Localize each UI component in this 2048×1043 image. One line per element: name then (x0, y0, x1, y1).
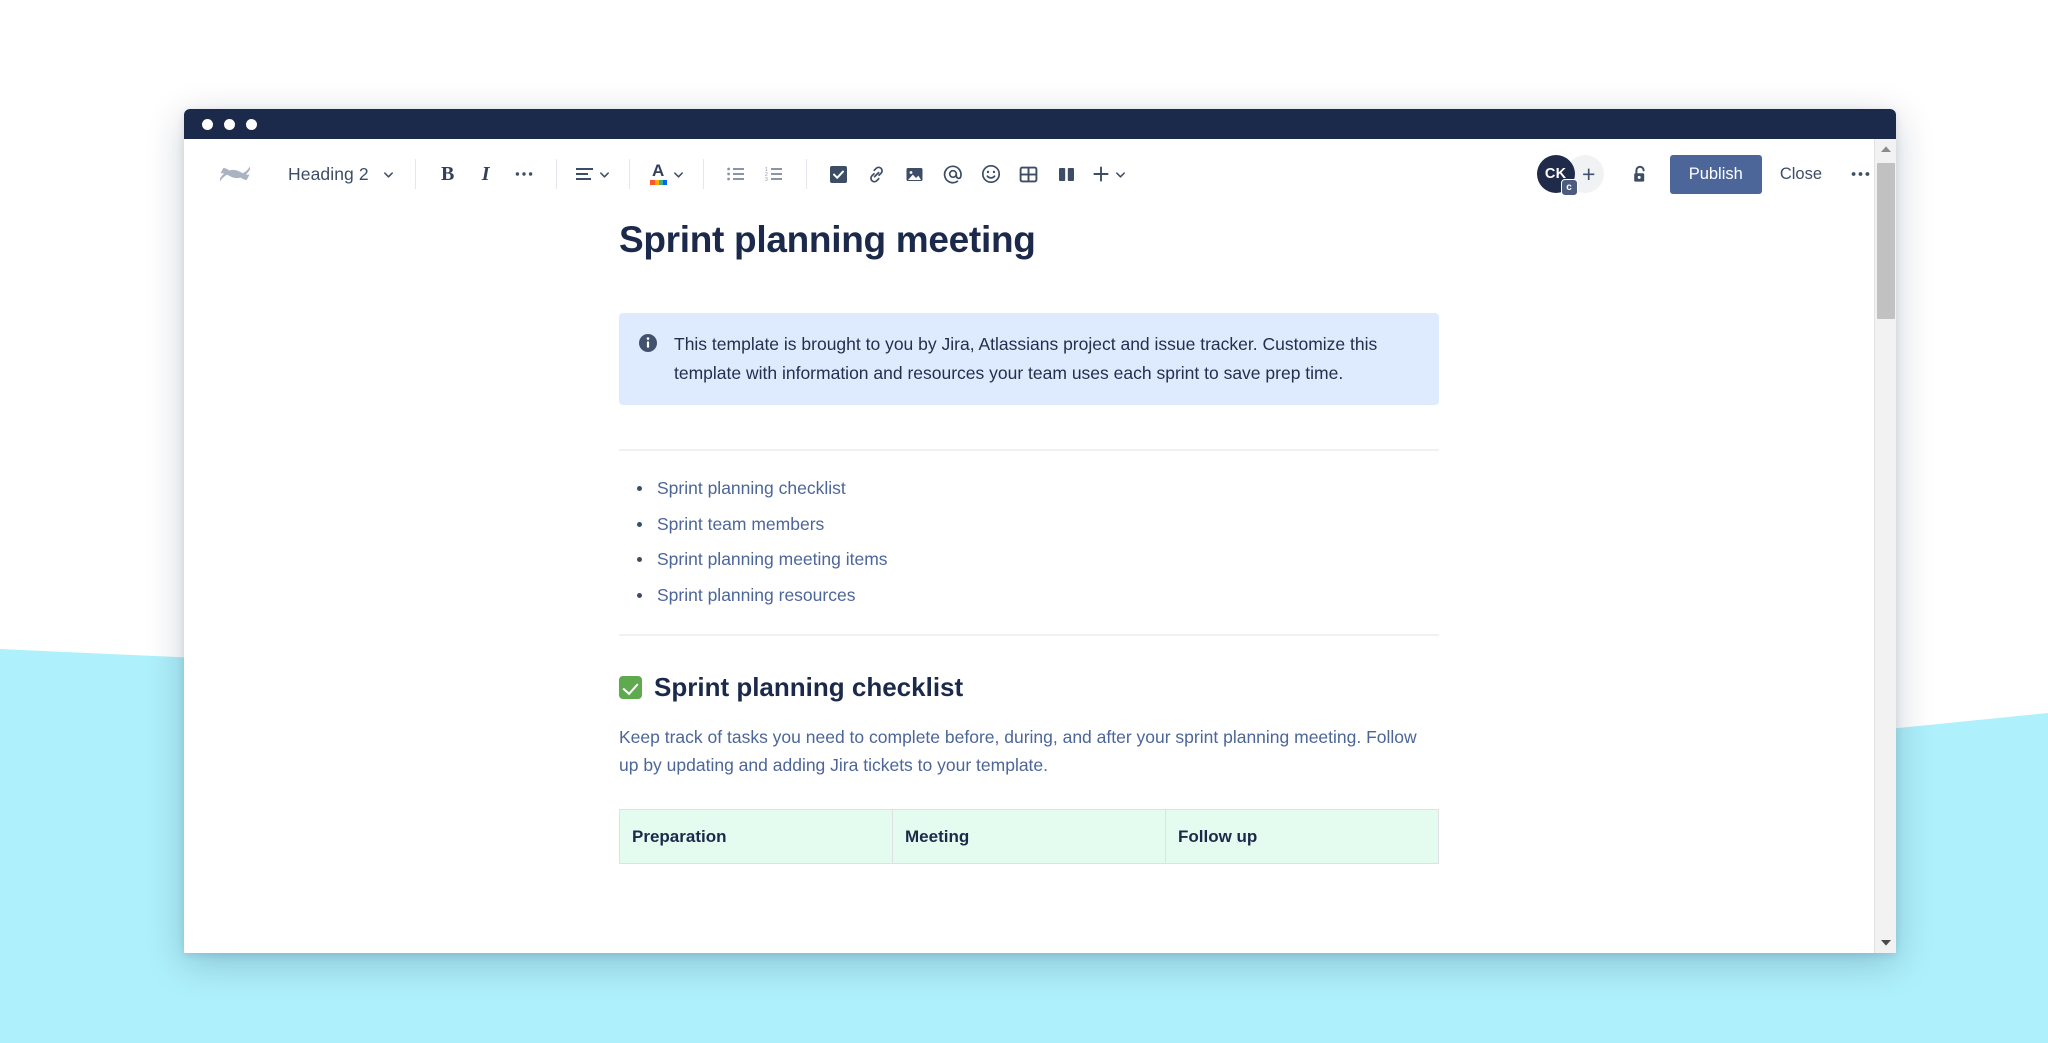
section-paragraph: Keep track of tasks you need to complete… (619, 726, 1417, 775)
info-panel: This template is brought to you by Jira,… (619, 313, 1439, 406)
table-header-row: Preparation Meeting Follow up (619, 809, 1439, 865)
toolbar-divider (702, 159, 704, 189)
numbered-list-icon: 1 2 3 (765, 167, 782, 181)
layout-columns-icon (1059, 167, 1075, 181)
layout-button[interactable] (1050, 157, 1084, 191)
browser-window: Heading 2 B I A 1 2 3 CK c + Publish Clo… (184, 109, 1896, 953)
white-check-mark-emoji-icon (619, 675, 642, 699)
text-color-button[interactable]: A (645, 157, 688, 191)
mention-button[interactable] (936, 157, 970, 191)
info-circle-glyph (639, 334, 657, 352)
scroll-down-button[interactable] (1875, 933, 1897, 953)
confluence-logo-glyph (220, 166, 250, 182)
toc-link-checklist[interactable]: Sprint planning checklist (657, 478, 846, 498)
avatar[interactable]: CK c (1536, 155, 1578, 196)
more-formatting-button[interactable] (507, 157, 541, 191)
emoji-button[interactable] (974, 157, 1008, 191)
task-checkbox-icon (830, 165, 848, 183)
document-content: Sprint planning meeting This template is… (619, 209, 1439, 865)
list-item: Sprint team members (629, 513, 1439, 537)
publish-button[interactable]: Publish (1669, 154, 1762, 194)
unlock-icon (1633, 165, 1645, 182)
text-alignment-button[interactable] (572, 157, 614, 191)
divider-rule-bottom (619, 633, 1439, 636)
italic-label: I (481, 162, 490, 185)
text-style-select[interactable]: Heading 2 (278, 158, 402, 191)
chevron-down-icon (599, 171, 609, 178)
svg-text:3: 3 (765, 177, 768, 181)
toolbar-divider (628, 159, 630, 189)
ellipsis-icon (1851, 172, 1869, 176)
window-maximize-dot[interactable] (246, 118, 257, 130)
toc-link-team-members[interactable]: Sprint team members (657, 514, 824, 534)
bold-button[interactable]: B (431, 157, 465, 191)
table-button[interactable] (1012, 157, 1046, 191)
checklist-table: Preparation Meeting Follow up (619, 809, 1439, 865)
scrollbar-track[interactable] (1875, 159, 1897, 933)
link-button[interactable] (860, 157, 894, 191)
toolbar-divider (414, 159, 416, 189)
toc-link-resources[interactable]: Sprint planning resources (657, 585, 855, 605)
window-titlebar (184, 109, 1896, 139)
chevron-down-icon (1115, 171, 1125, 178)
emoji-icon (981, 164, 1000, 184)
table-header-preparation[interactable]: Preparation (619, 809, 893, 865)
image-icon (906, 167, 923, 181)
chevron-down-icon (1880, 940, 1891, 946)
mention-icon (943, 165, 962, 184)
confluence-logo-icon[interactable] (206, 159, 264, 189)
bullet-list-icon (726, 167, 744, 181)
text-color-letter: A (652, 161, 665, 180)
info-icon (638, 333, 658, 387)
ellipsis-icon (515, 172, 532, 176)
image-button[interactable] (898, 157, 932, 191)
table-header-meeting[interactable]: Meeting (892, 809, 1166, 865)
info-panel-text: This template is brought to you by Jira,… (674, 334, 1378, 383)
window-close-dot[interactable] (202, 118, 213, 130)
align-left-icon (575, 168, 593, 180)
chevron-up-icon (1880, 146, 1891, 152)
table-header-follow-up[interactable]: Follow up (1165, 809, 1439, 865)
scrollbar-thumb[interactable] (1876, 163, 1895, 319)
page-title[interactable]: Sprint planning meeting (619, 219, 1439, 261)
editor-toolbar: Heading 2 B I A 1 2 3 CK c + Publish Clo… (184, 139, 1896, 209)
page-restrictions-button[interactable] (1620, 155, 1660, 193)
table-of-contents: Sprint planning checklist Sprint team me… (619, 477, 1439, 608)
vertical-scrollbar[interactable] (1874, 139, 1896, 953)
toolbar-divider (805, 159, 807, 189)
invite-plus-icon: + (1581, 160, 1596, 187)
list-item: Sprint planning checklist (629, 477, 1439, 501)
collaborators: CK c + (1536, 155, 1604, 196)
toc-link-meeting-items[interactable]: Sprint planning meeting items (657, 549, 888, 569)
scroll-up-button[interactable] (1875, 139, 1897, 159)
italic-button[interactable]: I (469, 157, 503, 191)
numbered-list-button[interactable]: 1 2 3 (757, 157, 791, 191)
divider-rule-top (619, 449, 1439, 452)
avatar-badge: c (1560, 179, 1578, 196)
chevron-down-icon (383, 171, 393, 178)
toolbar-divider (555, 159, 557, 189)
action-item-button[interactable] (822, 157, 856, 191)
page-options-button[interactable] (1842, 156, 1878, 192)
text-color-icon: A (649, 161, 668, 186)
link-icon (870, 165, 884, 183)
document-scroll-area: Sprint planning meeting This template is… (184, 209, 1874, 953)
close-button[interactable]: Close (1764, 155, 1838, 194)
bold-label: B (441, 162, 455, 185)
section-heading-text: Sprint planning checklist (654, 671, 964, 702)
bullet-list-button[interactable] (719, 157, 753, 191)
text-style-value: Heading 2 (288, 163, 369, 184)
window-minimize-dot[interactable] (224, 118, 235, 130)
insert-more-button[interactable] (1088, 157, 1130, 191)
table-icon (1019, 166, 1038, 182)
list-item: Sprint planning meeting items (629, 548, 1439, 572)
list-item: Sprint planning resources (629, 584, 1439, 608)
insert-plus-icon (1093, 166, 1109, 182)
chevron-down-icon (673, 171, 683, 178)
text-color-swatch (649, 180, 667, 185)
section-heading: Sprint planning checklist (619, 672, 1439, 703)
